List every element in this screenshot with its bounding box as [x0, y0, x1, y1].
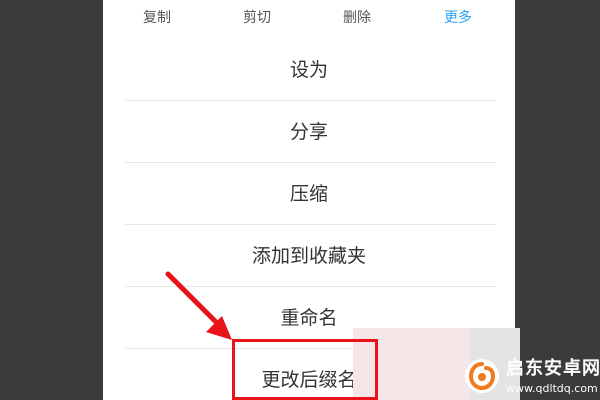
annotation-highlight-box — [232, 339, 378, 400]
delete-button[interactable]: 删除 — [343, 8, 371, 28]
watermark: 启东安卓网 www.qdltdq.com — [458, 352, 600, 400]
menu-item-set-as[interactable]: 设为 — [103, 56, 515, 84]
menu-item-compress[interactable]: 压缩 — [103, 180, 515, 208]
cut-button[interactable]: 剪切 — [243, 8, 271, 28]
menu-item-add-to-favorites[interactable]: 添加到收藏夹 — [103, 242, 515, 270]
menu-divider — [125, 162, 495, 163]
menu-divider — [125, 100, 495, 101]
more-button[interactable]: 更多 — [444, 8, 472, 28]
screenshot-stage: 复制 剪切 删除 更多 设为 分享 压缩 添加到收藏夹 重命名 更改后缀名 启东… — [0, 0, 600, 400]
menu-item-share[interactable]: 分享 — [103, 118, 515, 146]
red-arrow-icon — [165, 271, 232, 340]
file-action-toolbar: 复制 剪切 删除 更多 — [103, 0, 515, 40]
menu-divider — [125, 224, 495, 225]
watermark-logo-icon — [465, 359, 499, 393]
watermark-url: www.qdltdq.com — [506, 382, 598, 395]
watermark-title: 启东安卓网 — [506, 358, 600, 379]
copy-button[interactable]: 复制 — [143, 8, 171, 28]
